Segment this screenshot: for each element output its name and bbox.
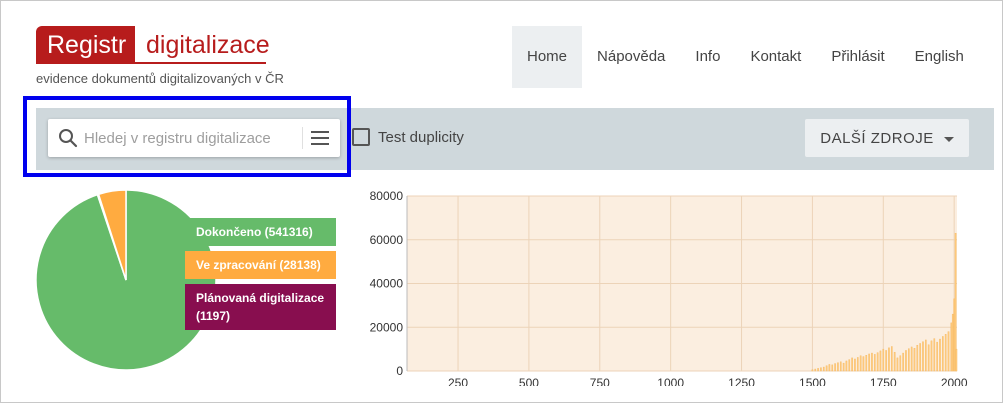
more-sources-label: DALŠÍ ZDROJE xyxy=(820,129,934,147)
histogram-bar[interactable] xyxy=(936,341,938,372)
x-tick-label: 1750 xyxy=(870,376,897,386)
histogram-bar[interactable] xyxy=(899,355,902,372)
histogram-bar[interactable] xyxy=(851,357,853,372)
histogram-bar[interactable] xyxy=(893,351,896,372)
histogram-bar[interactable] xyxy=(890,346,893,372)
histogram-bar[interactable] xyxy=(873,354,876,372)
main-nav: Home Nápověda Info Kontakt Přihlásit Eng… xyxy=(512,26,979,88)
logo-word: digitalizace xyxy=(146,31,270,59)
logo-underline xyxy=(135,62,266,64)
histogram-bar[interactable] xyxy=(944,334,947,372)
logo-subtitle: evidence dokumentů digitalizovaných v ČR xyxy=(36,71,284,86)
nav-login[interactable]: Přihlásit xyxy=(816,26,899,88)
y-tick-label: 60000 xyxy=(370,233,404,247)
nav-english[interactable]: English xyxy=(900,26,979,88)
histogram-bar[interactable] xyxy=(927,344,930,372)
histogram-bar[interactable] xyxy=(882,348,885,372)
histogram-bar[interactable] xyxy=(828,364,831,372)
histogram-bar[interactable] xyxy=(885,350,887,372)
histogram-bar[interactable] xyxy=(820,367,822,372)
hamburger-menu-icon[interactable] xyxy=(310,129,330,147)
histogram-bar[interactable] xyxy=(837,362,839,372)
histogram-bar[interactable] xyxy=(910,346,913,372)
histogram-bar[interactable] xyxy=(865,355,868,372)
search-toolbar: Test duplicity DALŠÍ ZDROJE xyxy=(36,108,994,170)
histogram-bar[interactable] xyxy=(919,343,921,372)
histogram-bar[interactable] xyxy=(905,350,907,372)
histogram-bar[interactable] xyxy=(871,352,873,372)
more-sources-button[interactable]: DALŠÍ ZDROJE xyxy=(805,119,969,157)
histogram-bar[interactable] xyxy=(856,357,859,372)
histogram-bar[interactable] xyxy=(916,344,919,372)
x-tick-label: 750 xyxy=(590,376,610,386)
histogram-bar[interactable] xyxy=(951,313,954,372)
nav-home[interactable]: Home xyxy=(512,26,583,88)
status-pie-chart xyxy=(36,190,216,370)
histogram-bar[interactable] xyxy=(839,361,842,372)
search-icon[interactable] xyxy=(58,128,78,148)
histogram-bar[interactable] xyxy=(922,341,924,372)
histogram-bar[interactable] xyxy=(896,357,899,372)
year-histogram-chart: 0 20000 40000 60000 80000 250 500 750 1000 1250 15… xyxy=(370,189,968,386)
histogram-bar[interactable] xyxy=(845,360,848,372)
histogram-bar[interactable] xyxy=(822,366,825,372)
legend-item-in-progress[interactable]: Ve zpracování (28138) xyxy=(185,251,336,279)
histogram-bar[interactable] xyxy=(950,322,953,372)
histogram-bar[interactable] xyxy=(854,358,856,372)
legend-label-in-progress: Ve zpracování (28138) xyxy=(196,258,321,272)
histogram-bar[interactable] xyxy=(859,355,862,372)
histogram-bar[interactable] xyxy=(811,369,814,372)
y-tick-label: 20000 xyxy=(370,320,404,334)
duplicity-checkbox[interactable] xyxy=(352,128,370,146)
search-separator xyxy=(302,127,303,149)
nav-info[interactable]: Info xyxy=(680,26,735,88)
caret-down-icon xyxy=(943,136,954,142)
histogram-bar[interactable] xyxy=(876,352,879,372)
x-tick-label: 2000 xyxy=(941,376,968,386)
histogram-bar[interactable] xyxy=(913,348,916,372)
legend-item-completed[interactable]: Dokončeno (541316) xyxy=(185,218,336,246)
histogram-bar[interactable] xyxy=(862,356,865,372)
histogram-bar[interactable] xyxy=(933,338,936,372)
duplicity-checkbox-group[interactable]: Test duplicity xyxy=(352,128,464,146)
histogram-bar[interactable] xyxy=(814,368,817,372)
nav-help[interactable]: Nápověda xyxy=(582,26,680,88)
histogram-bar[interactable] xyxy=(902,352,904,372)
histogram-bar[interactable] xyxy=(888,347,890,372)
histogram-bar[interactable] xyxy=(942,336,944,372)
histogram-bar[interactable] xyxy=(955,348,958,372)
legend-label-completed: Dokončeno (541316) xyxy=(196,225,313,239)
x-tick-label: 500 xyxy=(519,376,539,386)
histogram-bar[interactable] xyxy=(930,340,933,372)
search-box xyxy=(48,119,340,157)
histogram-bar[interactable] xyxy=(908,348,910,372)
histogram-bar[interactable] xyxy=(879,350,882,372)
legend-label-planned: Plánovaná digitalizace (1197) xyxy=(196,291,325,323)
histogram-bar[interactable] xyxy=(834,363,836,372)
y-tick-label: 80000 xyxy=(370,189,404,203)
legend-item-planned[interactable]: Plánovaná digitalizace (1197) xyxy=(185,284,336,330)
histogram-bar[interactable] xyxy=(825,365,828,372)
y-tick-label: 0 xyxy=(396,364,403,378)
histogram-bar[interactable] xyxy=(953,298,955,372)
y-tick-label: 40000 xyxy=(370,277,404,291)
x-tick-label: 1000 xyxy=(657,376,684,386)
histogram-bar[interactable] xyxy=(842,362,845,372)
search-input[interactable] xyxy=(84,127,270,149)
x-tick-label: 1500 xyxy=(799,376,826,386)
histogram-bar[interactable] xyxy=(925,339,927,372)
x-tick-label: 1250 xyxy=(728,376,755,386)
histogram-bar[interactable] xyxy=(817,368,819,372)
histogram-bar[interactable] xyxy=(939,338,941,372)
histogram-bar[interactable] xyxy=(831,364,834,372)
histogram-bar[interactable] xyxy=(868,353,870,372)
nav-contact[interactable]: Kontakt xyxy=(735,26,816,88)
logo-box: Registr xyxy=(36,26,135,64)
x-tick-label: 250 xyxy=(448,376,468,386)
duplicity-label[interactable]: Test duplicity xyxy=(378,129,464,146)
histogram-bar[interactable] xyxy=(848,359,851,372)
histogram-bar[interactable] xyxy=(947,331,950,372)
